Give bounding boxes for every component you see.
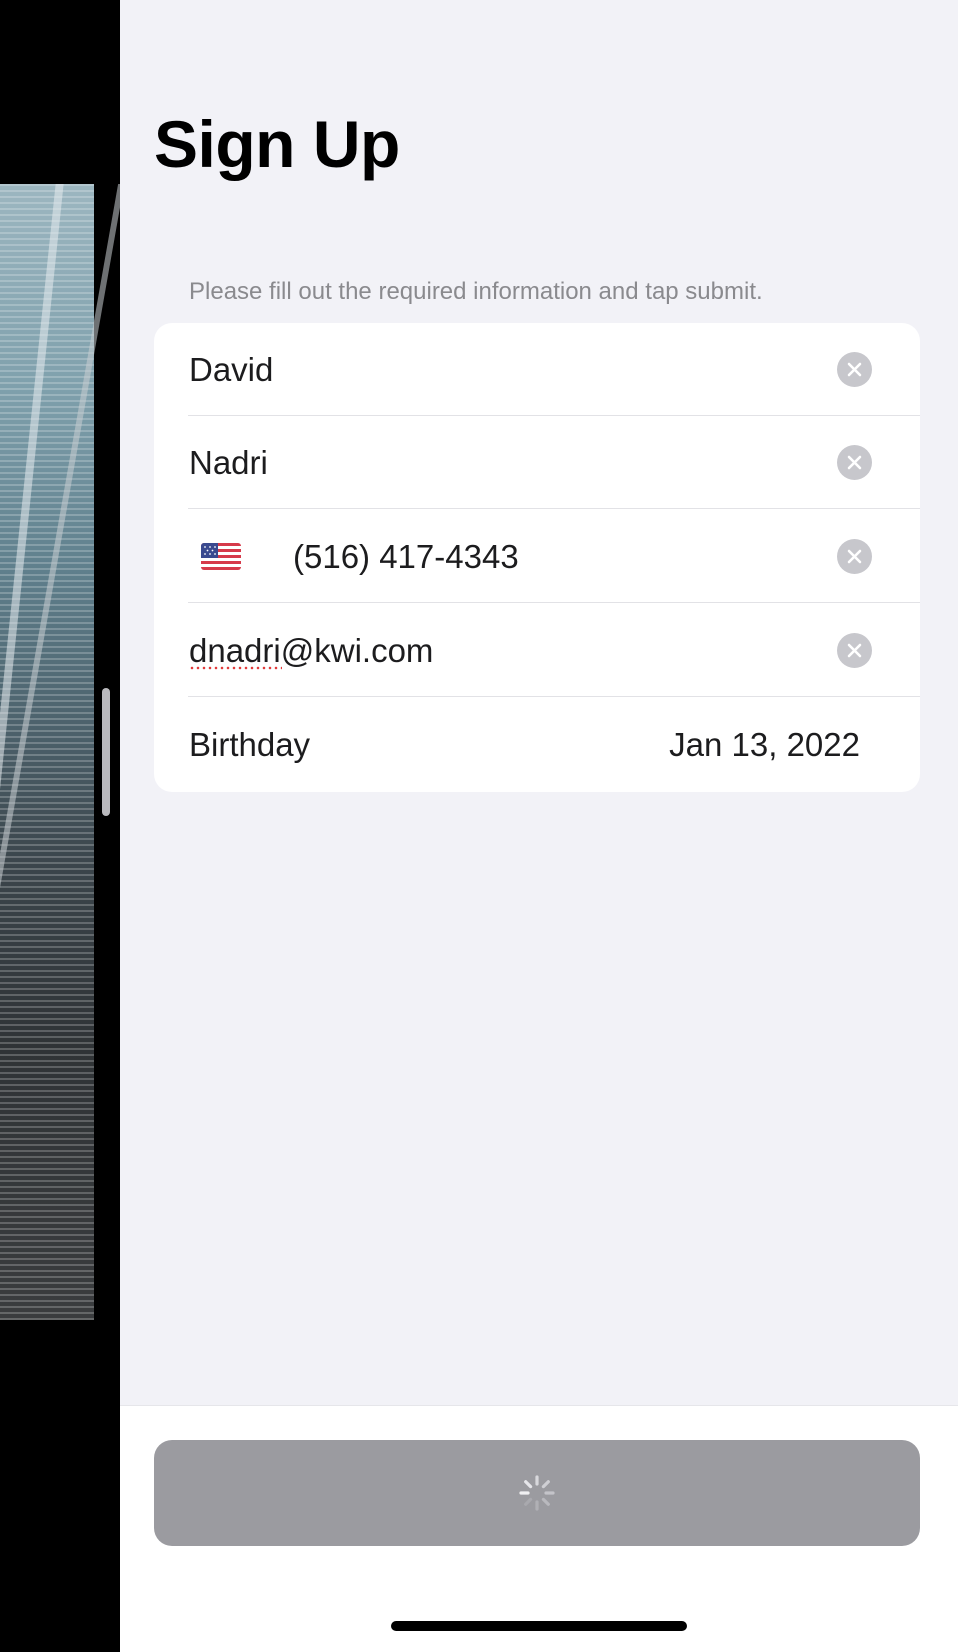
row-divider: [188, 696, 920, 697]
sign-up-form: David Nadri (516) 417-4343 dnadri@kwi.co…: [154, 323, 920, 792]
page-title: Sign Up: [154, 107, 400, 181]
last-name-field[interactable]: Nadri: [189, 416, 268, 509]
phone-row[interactable]: (516) 417-4343: [154, 510, 920, 603]
birthday-label: Birthday: [189, 726, 311, 763]
screen: Sign Up Please fill out the required inf…: [0, 0, 958, 1652]
first-name-row[interactable]: David: [154, 323, 920, 416]
clear-icon[interactable]: [837, 539, 872, 574]
phone-field[interactable]: (516) 417-4343: [293, 510, 519, 603]
us-flag-icon[interactable]: [201, 543, 241, 570]
sign-up-window: Sign Up Please fill out the required inf…: [120, 0, 958, 1652]
background-photo: [0, 184, 94, 1320]
bottom-bar: [120, 1405, 958, 1652]
split-view-left-pane: [0, 0, 120, 1652]
submit-button[interactable]: [154, 1440, 920, 1546]
form-instructions: Please fill out the required information…: [189, 278, 763, 305]
email-field[interactable]: dnadri@kwi.com: [189, 604, 433, 697]
spellcheck-underline: [189, 666, 282, 670]
clear-icon[interactable]: [837, 445, 872, 480]
email-row[interactable]: dnadri@kwi.com: [154, 604, 920, 697]
last-name-row[interactable]: Nadri: [154, 416, 920, 509]
row-divider: [188, 602, 920, 603]
birthday-row[interactable]: Birthday Jan 13, 2022: [154, 698, 920, 791]
activity-spinner-icon: [519, 1475, 555, 1511]
first-name-field[interactable]: David: [189, 323, 273, 416]
birthday-date-picker[interactable]: Jan 13, 2022: [669, 698, 860, 791]
split-view-divider-handle[interactable]: [102, 688, 110, 816]
clear-icon[interactable]: [837, 352, 872, 387]
row-divider: [188, 508, 920, 509]
clear-icon[interactable]: [837, 633, 872, 668]
home-indicator: [391, 1621, 687, 1631]
